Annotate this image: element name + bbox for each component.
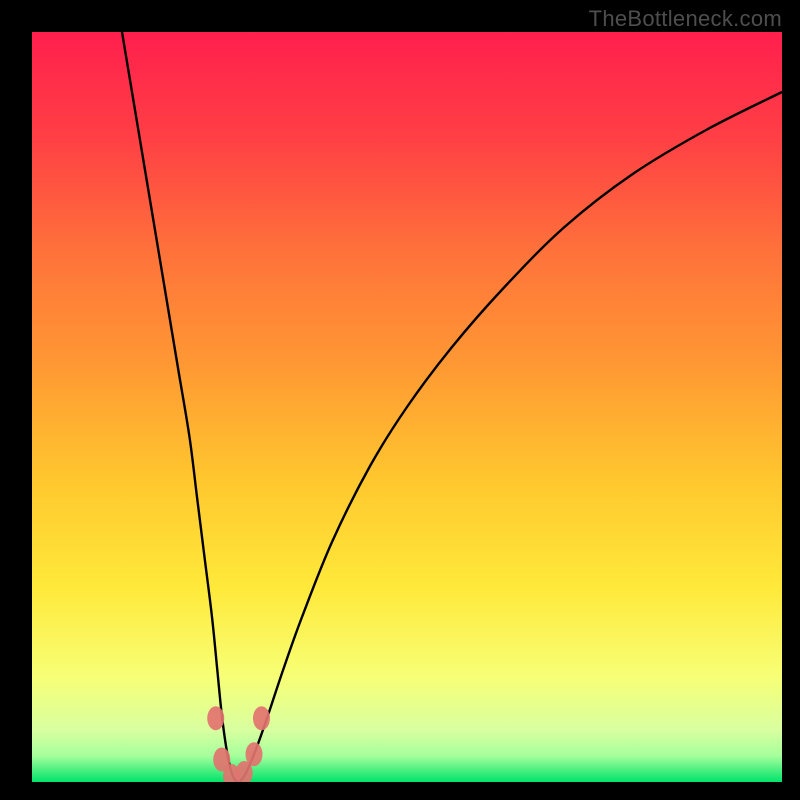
curve-marker xyxy=(246,742,263,766)
chart-container: { "watermark": "TheBottleneck.com", "col… xyxy=(0,0,800,800)
curve-markers xyxy=(207,706,270,782)
curve-layer xyxy=(32,32,782,782)
bottleneck-curve xyxy=(122,32,782,782)
curve-marker xyxy=(253,706,270,730)
watermark-text: TheBottleneck.com xyxy=(589,6,782,32)
curve-marker xyxy=(207,706,224,730)
plot-area xyxy=(32,32,782,782)
